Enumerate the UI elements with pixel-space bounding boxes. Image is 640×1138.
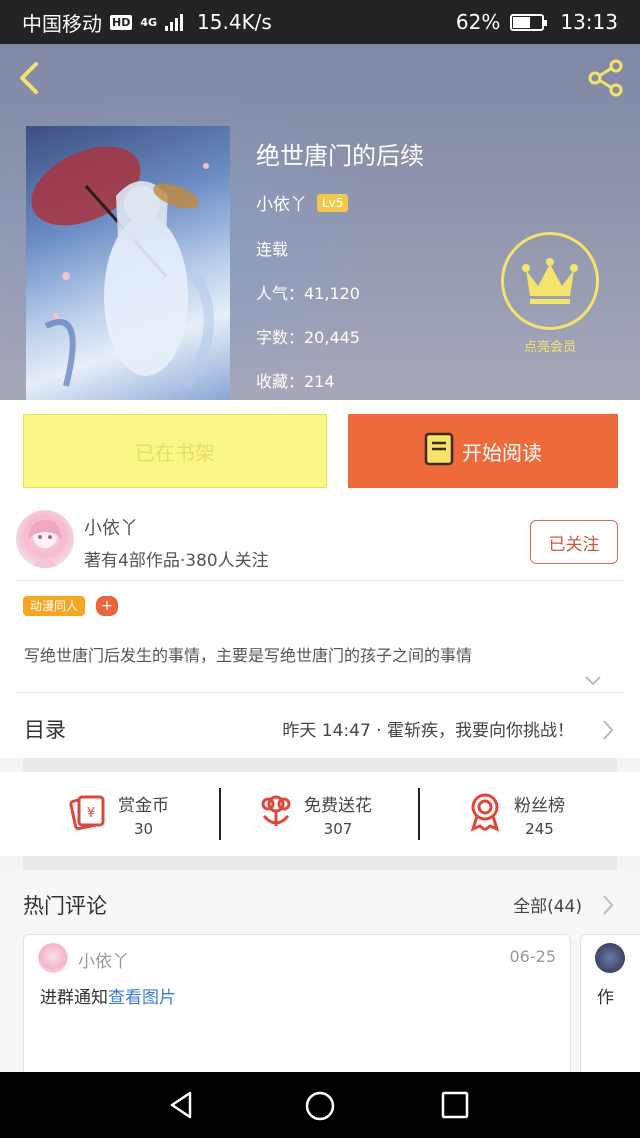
divider (16, 580, 624, 581)
book-header: 绝世唐门的后续 小依丫 Lv5 连载 人气：41,120 字数：20,445 收… (0, 44, 640, 400)
level-badge: Lv5 (317, 193, 349, 212)
avatar[interactable] (595, 943, 625, 973)
comment-card[interactable]: 作 (580, 934, 640, 1084)
stat-label: 免费送花 (304, 795, 372, 816)
comment-text-body: 进群通知 (40, 988, 108, 1008)
add-tag-button[interactable]: + (96, 596, 118, 616)
clock: 13:13 (560, 10, 618, 34)
network-label: 4G (140, 15, 158, 29)
author-section: 小依丫 著有4部作品·380人关注 已关注 动漫同人 + 写绝世唐门后发生的事情… (0, 494, 640, 704)
flower-icon (258, 792, 294, 836)
send-flowers-button[interactable]: 免费送花 307 (258, 772, 372, 856)
stats-bar: ¥ 赏金币 30 免费送花 307 粉丝榜 245 (0, 772, 640, 856)
stat-label: 粉丝榜 (514, 795, 565, 816)
divider (16, 692, 624, 693)
latest-chapter[interactable]: 昨天 14:47 · 霍斩疾，我要向你挑战！ (282, 716, 574, 741)
start-reading-button[interactable]: 开始阅读 (348, 414, 618, 488)
action-bar: 已在书架 开始阅读 (0, 400, 640, 494)
view-image-link[interactable]: 查看图片 (108, 988, 176, 1008)
divider (219, 788, 221, 840)
hd-badge: HD (110, 14, 133, 30)
fan-ranking-button[interactable]: 粉丝榜 245 (466, 772, 565, 856)
author-name-secondary[interactable]: 小依丫 (84, 514, 138, 540)
battery-icon (510, 13, 548, 31)
genre-tag[interactable]: 动漫同人 (23, 596, 86, 616)
divider (418, 788, 420, 840)
book-icon (424, 432, 454, 471)
share-icon[interactable] (586, 58, 626, 98)
nav-back-icon[interactable] (166, 1090, 196, 1124)
comment-text: 进群通知查看图片 (40, 983, 176, 1008)
popularity-stat: 人气：41,120 (256, 284, 360, 303)
chevron-right-icon (602, 719, 614, 745)
reward-coins-button[interactable]: ¥ 赏金币 30 (68, 772, 169, 856)
toc-label: 目录 (24, 718, 66, 742)
chevron-down-icon[interactable] (584, 672, 602, 686)
battery-percent: 62% (455, 10, 501, 34)
book-title: 绝世唐门的后续 (256, 142, 424, 170)
stat-value: 30 (133, 819, 154, 838)
avatar[interactable] (16, 510, 74, 568)
bookshelf-button[interactable]: 已在书架 (23, 414, 327, 488)
stat-value: 307 (323, 819, 353, 838)
svg-text:¥: ¥ (87, 806, 95, 821)
nav-recent-icon[interactable] (441, 1091, 469, 1123)
section-divider (23, 758, 617, 772)
word-count-stat: 字数：20,445 (256, 328, 360, 347)
coin-icon: ¥ (68, 792, 108, 836)
author-row[interactable]: 小依丫 Lv5 (256, 190, 349, 215)
status-bar: 中国移动 HD 4G 15.4K/s 62% 13:13 (0, 0, 640, 44)
book-cover[interactable] (26, 126, 230, 400)
favorites-stat: 收藏：214 (256, 372, 335, 391)
start-reading-label: 开始阅读 (462, 440, 542, 465)
signal-icon (165, 13, 184, 31)
follow-button[interactable]: 已关注 (530, 520, 618, 564)
crown-icon (501, 232, 599, 330)
toc-row[interactable]: 目录 昨天 14:47 · 霍斩疾，我要向你挑战！ (0, 704, 640, 758)
all-comments-link[interactable]: 全部(44) (513, 892, 582, 917)
chevron-right-icon (602, 894, 614, 920)
nav-home-icon[interactable] (304, 1090, 336, 1126)
hot-comments-title: 热门评论 (23, 894, 107, 918)
comment-card[interactable]: 小依丫 06-25 进群通知查看图片 (23, 934, 571, 1084)
comment-user[interactable]: 小依丫 (78, 947, 129, 972)
carrier-label: 中国移动 (22, 11, 102, 36)
vip-label: 点亮会员 (523, 340, 576, 355)
section-divider (23, 856, 617, 870)
medal-icon (466, 792, 504, 836)
comment-date: 06-25 (509, 947, 557, 966)
network-speed: 15.4K/s (197, 10, 272, 34)
back-icon[interactable] (14, 58, 46, 98)
hot-comments-section: 热门评论 全部(44) 小依丫 06-25 进群通知查看图片 作 (0, 870, 640, 1084)
author-name[interactable]: 小依丫 (256, 190, 307, 215)
comment-text: 作 (597, 988, 614, 1008)
avatar[interactable] (38, 943, 68, 973)
book-description: 写绝世唐门后发生的事情，主要是写绝世唐门的孩子之间的事情 (24, 646, 473, 665)
stat-label: 赏金币 (118, 795, 169, 816)
vip-button[interactable]: 点亮会员 (500, 232, 600, 355)
author-summary: 著有4部作品·380人关注 (84, 551, 269, 571)
navigation-bar (0, 1072, 640, 1138)
stat-value: 245 (525, 819, 554, 838)
serial-status: 连载 (256, 240, 289, 259)
